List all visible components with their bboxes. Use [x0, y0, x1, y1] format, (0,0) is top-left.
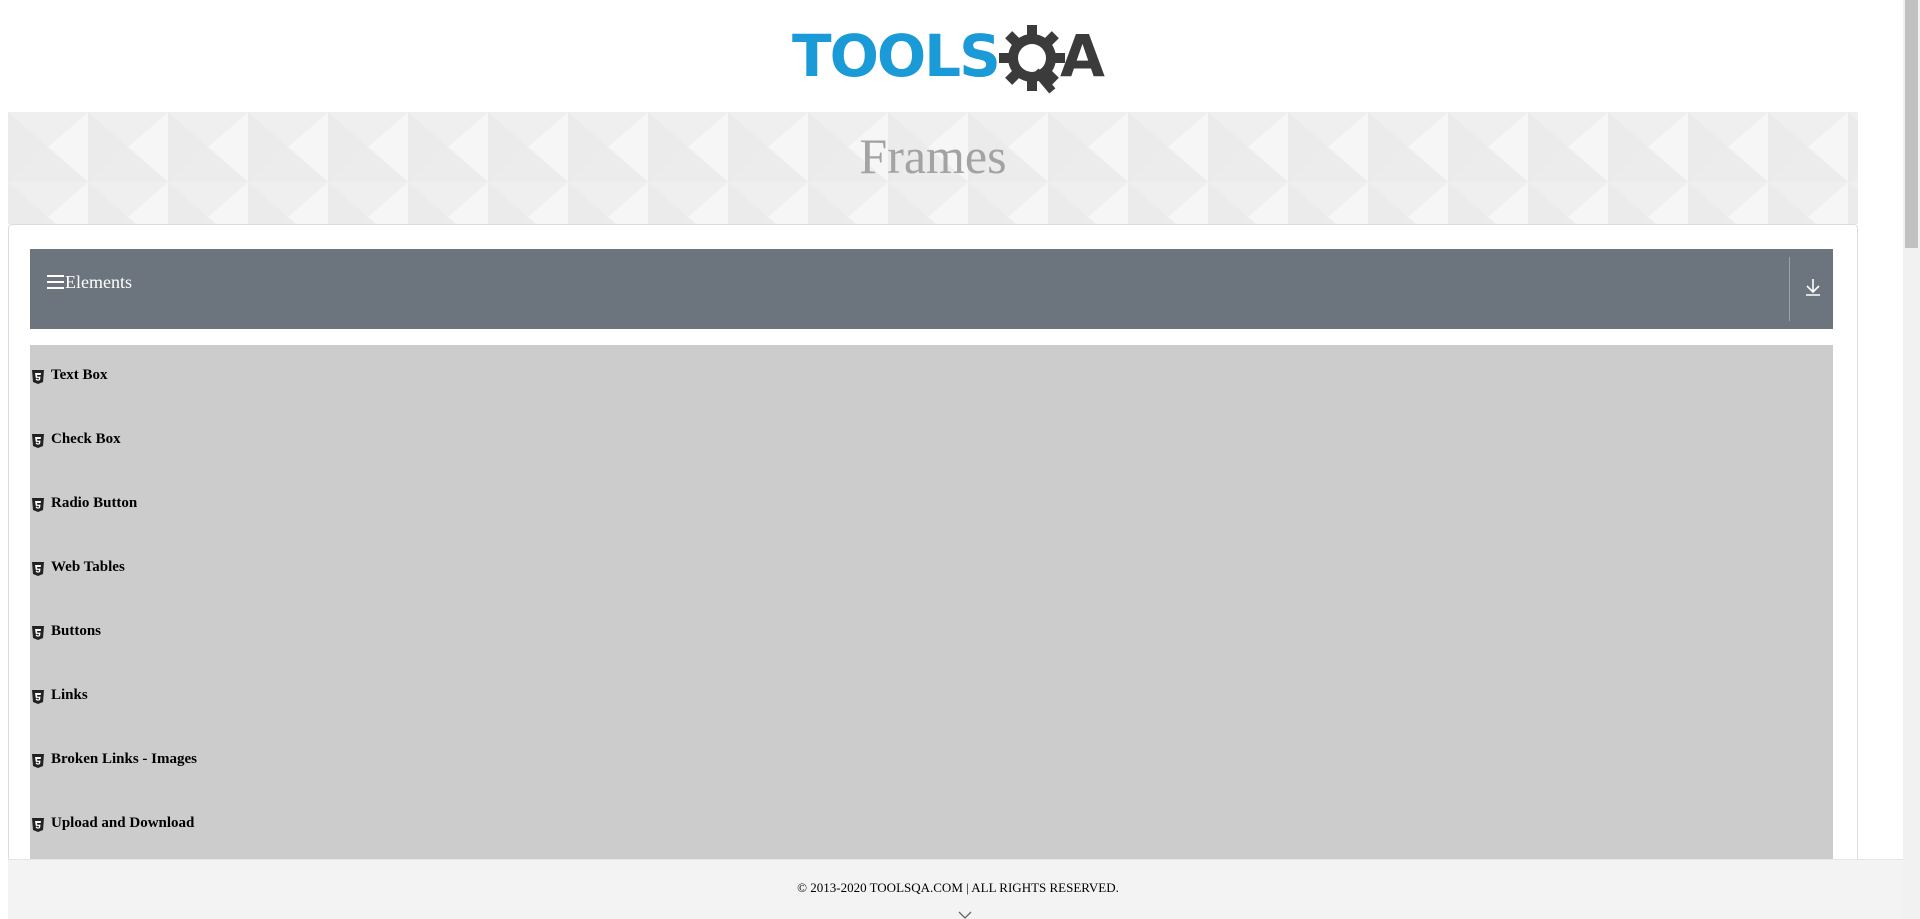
toolsqa-logo[interactable]: TOOLS A: [792, 22, 1115, 98]
footer-copyright: © 2013-2020 TOOLSQA.COM | ALL RIGHTS RES…: [797, 880, 1119, 895]
html5-icon: [32, 818, 44, 832]
gear-icon: [999, 25, 1065, 94]
page-scrollbar[interactable]: [1903, 0, 1920, 919]
menu-item-links[interactable]: Links: [30, 677, 1833, 717]
hamburger-icon: [47, 275, 64, 292]
group-header-elements[interactable]: Elements: [30, 249, 1833, 329]
html5-icon: [32, 562, 44, 576]
page-banner: Frames: [8, 112, 1858, 224]
menu-item-label: Broken Links - Images: [51, 751, 198, 767]
html5-icon: [32, 498, 44, 512]
page: TOOLS A Frames Elements Text Box Check B…: [0, 0, 1920, 919]
chevron-down-icon[interactable]: [958, 907, 972, 919]
toolsqa-logo-graphic: TOOLS A: [792, 22, 1105, 94]
menu-item-label: Check Box: [51, 431, 121, 447]
menu-item-text-box[interactable]: Text Box: [30, 357, 1833, 397]
page-title: Frames: [859, 128, 1007, 184]
menu-item-web-tables[interactable]: Web Tables: [30, 549, 1833, 589]
site-footer: © 2013-2020 TOOLSQA.COM | ALL RIGHTS RES…: [8, 859, 1903, 919]
menu-item-check-box[interactable]: Check Box: [30, 421, 1833, 461]
menu-item-label: Links: [51, 687, 88, 703]
logo-a-text: A: [1060, 22, 1105, 90]
menu-item-label: Radio Button: [51, 495, 138, 511]
element-list: Text Box Check Box Radio Button Web Tabl…: [30, 345, 1833, 860]
group-divider: [1789, 257, 1790, 321]
html5-icon: [32, 370, 44, 384]
scrollbar-thumb[interactable]: [1905, 0, 1918, 248]
menu-item-broken-links[interactable]: Broken Links - Images: [30, 741, 1833, 781]
menu-item-upload-download[interactable]: Upload and Download: [30, 805, 1833, 845]
html5-icon: [32, 690, 44, 704]
menu-item-label: Upload and Download: [51, 815, 195, 831]
logo-tools-text: TOOLS: [792, 22, 999, 90]
download-arrow-icon[interactable]: [1801, 275, 1825, 299]
group-title: Elements: [65, 272, 132, 292]
html5-icon: [32, 434, 44, 448]
menu-item-buttons[interactable]: Buttons: [30, 613, 1833, 653]
menu-item-label: Text Box: [51, 367, 108, 383]
menu-item-radio-button[interactable]: Radio Button: [30, 485, 1833, 525]
html5-icon: [32, 754, 44, 768]
menu-item-label: Web Tables: [51, 559, 125, 575]
site-header: TOOLS A: [0, 0, 1905, 112]
html5-icon: [32, 626, 44, 640]
menu-item-label: Buttons: [51, 623, 102, 639]
